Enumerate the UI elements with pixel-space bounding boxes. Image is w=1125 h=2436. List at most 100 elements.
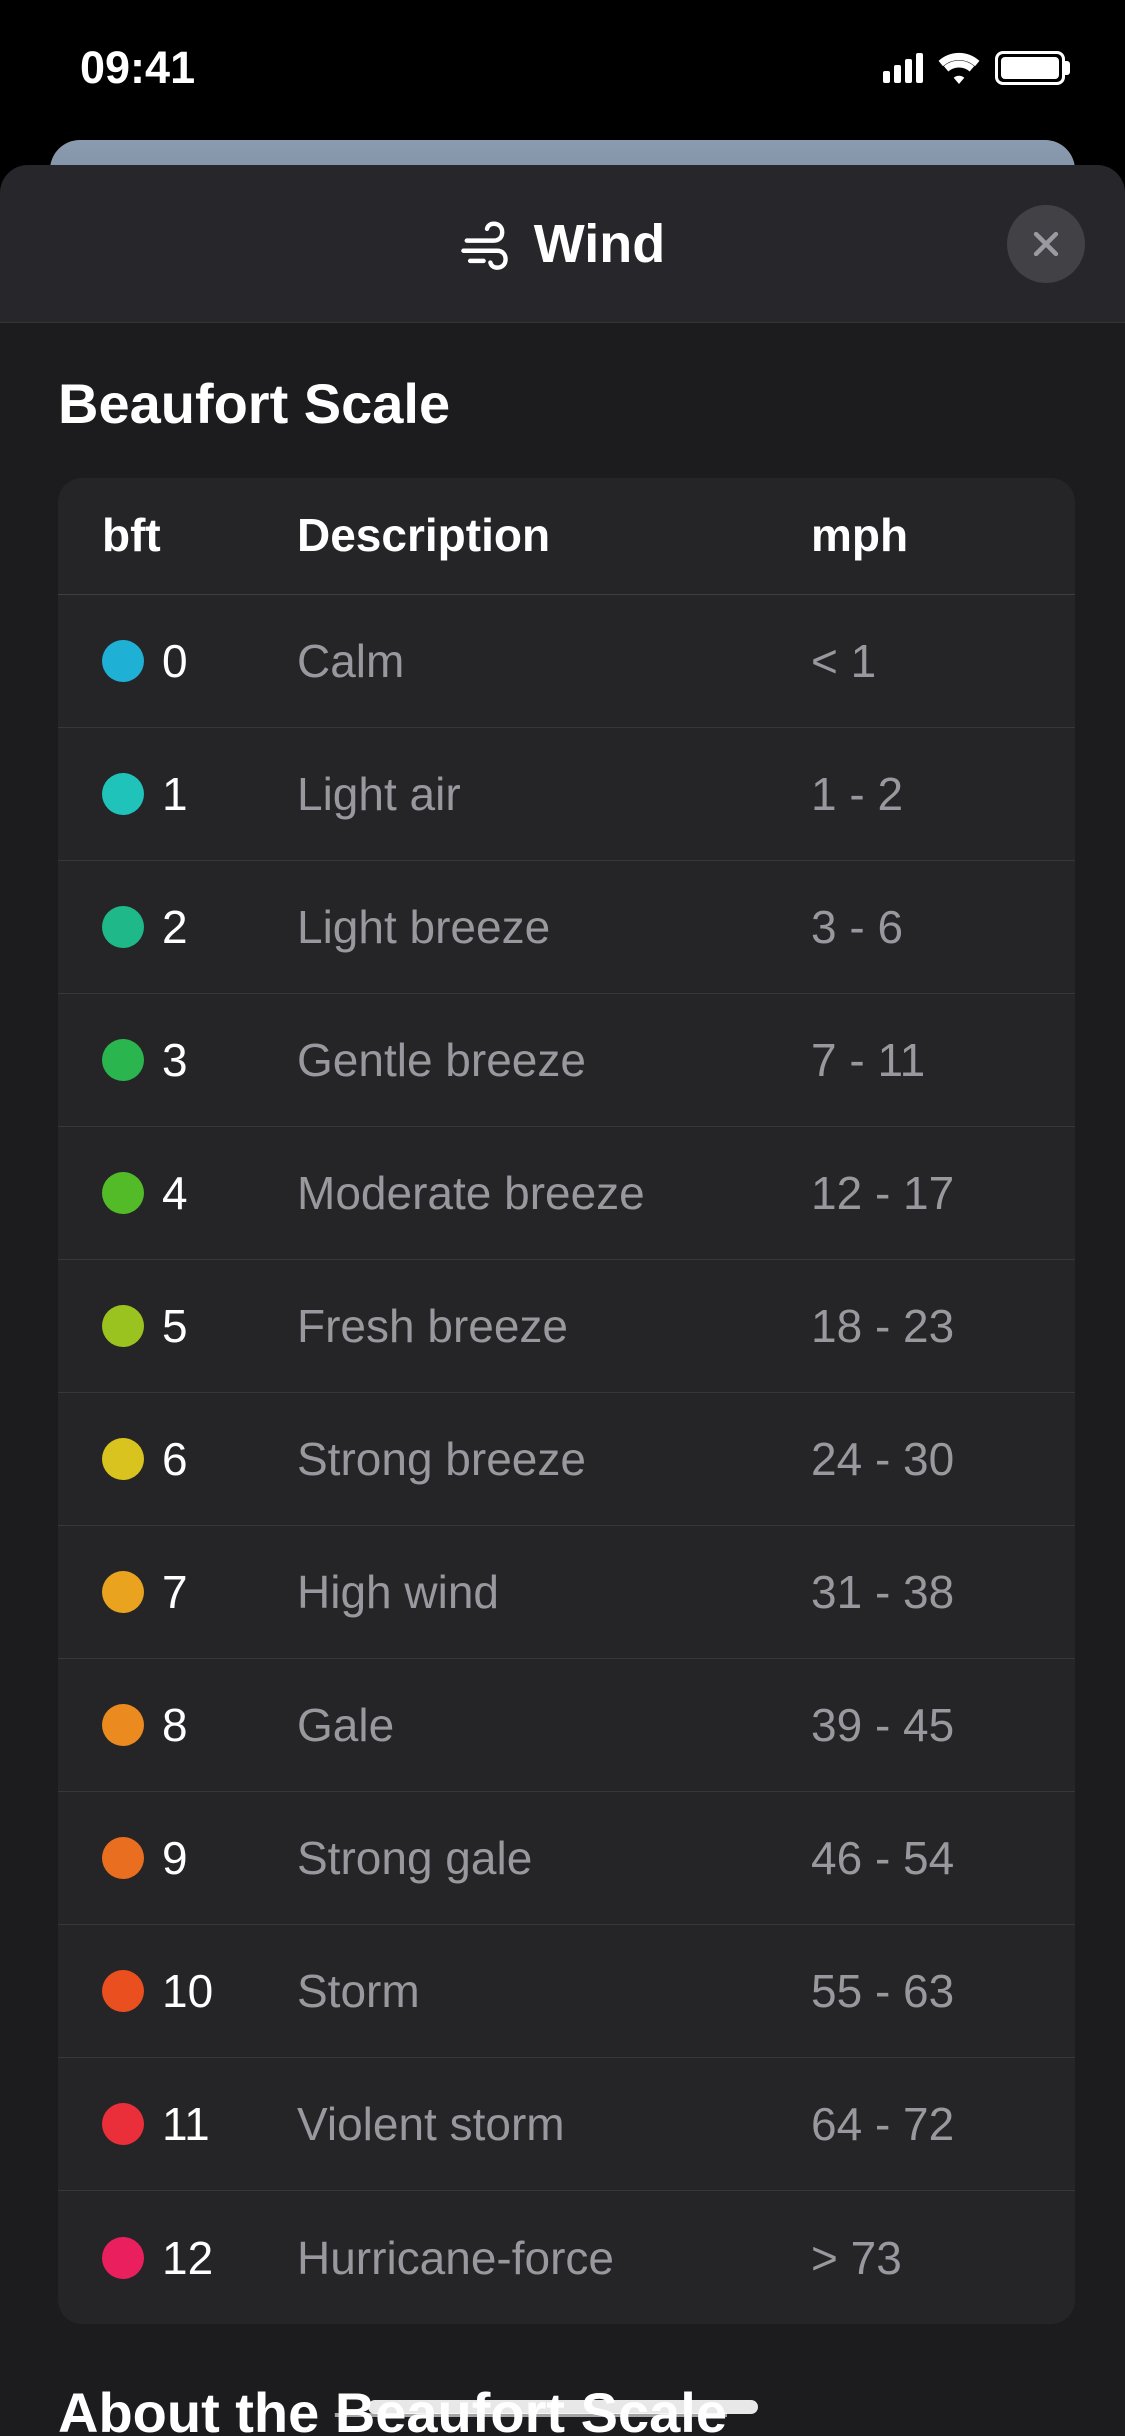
table-row: 0 Calm< 1 (58, 595, 1075, 728)
section-title: Beaufort Scale (58, 371, 1075, 436)
severity-dot-icon (102, 906, 144, 948)
cell-mph: 7 - 11 (811, 1033, 1031, 1087)
cellular-signal-icon (883, 53, 923, 83)
status-time: 09:41 (80, 42, 195, 94)
table-row: 6 Strong breeze24 - 30 (58, 1393, 1075, 1526)
cell-mph: < 1 (811, 634, 1031, 688)
cell-description: Light air (297, 767, 811, 821)
table-row: 1 Light air1 - 2 (58, 728, 1075, 861)
battery-icon (995, 51, 1065, 85)
bft-value: 3 (162, 1033, 188, 1087)
cell-bft: 4 (102, 1166, 297, 1220)
wifi-icon (937, 52, 981, 84)
cell-bft: 2 (102, 900, 297, 954)
sheet-content: Beaufort Scale bft Description mph 0 Calm… (0, 323, 1125, 2436)
bft-value: 8 (162, 1698, 188, 1752)
severity-dot-icon (102, 1039, 144, 1081)
cell-description: Moderate breeze (297, 1166, 811, 1220)
header-title: Wind (534, 213, 665, 275)
cell-bft: 3 (102, 1033, 297, 1087)
cell-mph: 55 - 63 (811, 1964, 1031, 2018)
severity-dot-icon (102, 1438, 144, 1480)
severity-dot-icon (102, 1571, 144, 1613)
bft-value: 9 (162, 1831, 188, 1885)
cell-bft: 5 (102, 1299, 297, 1353)
cell-bft: 12 (102, 2231, 297, 2285)
severity-dot-icon (102, 1305, 144, 1347)
table-row: 9 Strong gale46 - 54 (58, 1792, 1075, 1925)
table-row: 5 Fresh breeze18 - 23 (58, 1260, 1075, 1393)
cell-bft: 8 (102, 1698, 297, 1752)
header-mph: mph (811, 508, 1031, 562)
table-row: 3 Gentle breeze7 - 11 (58, 994, 1075, 1127)
cell-mph: 46 - 54 (811, 1831, 1031, 1885)
severity-dot-icon (102, 773, 144, 815)
status-icons (883, 51, 1065, 85)
header-bft: bft (102, 508, 297, 562)
header-description: Description (297, 508, 811, 562)
cell-description: Violent storm (297, 2097, 811, 2151)
cell-bft: 6 (102, 1432, 297, 1486)
bft-value: 10 (162, 1964, 213, 2018)
table-row: 10Storm55 - 63 (58, 1925, 1075, 2058)
sheet-header: Wind (0, 165, 1125, 323)
cell-mph: 3 - 6 (811, 900, 1031, 954)
bft-value: 11 (162, 2097, 210, 2151)
severity-dot-icon (102, 1704, 144, 1746)
cell-description: High wind (297, 1565, 811, 1619)
bft-value: 7 (162, 1565, 188, 1619)
cell-description: Calm (297, 634, 811, 688)
severity-dot-icon (102, 2103, 144, 2145)
close-icon (1029, 227, 1063, 261)
cell-bft: 10 (102, 1964, 297, 2018)
cell-mph: 12 - 17 (811, 1166, 1031, 1220)
home-indicator[interactable] (368, 2400, 758, 2414)
severity-dot-icon (102, 2237, 144, 2279)
cell-description: Gale (297, 1698, 811, 1752)
bft-value: 2 (162, 900, 188, 954)
cell-bft: 1 (102, 767, 297, 821)
bft-value: 6 (162, 1432, 188, 1486)
cell-description: Hurricane-force (297, 2231, 811, 2285)
bft-value: 5 (162, 1299, 188, 1353)
table-row: 8 Gale39 - 45 (58, 1659, 1075, 1792)
cell-mph: 1 - 2 (811, 767, 1031, 821)
cell-description: Gentle breeze (297, 1033, 811, 1087)
table-row: 11 Violent storm64 - 72 (58, 2058, 1075, 2191)
wind-icon (460, 217, 514, 271)
severity-dot-icon (102, 1837, 144, 1879)
about-prefix: About the (58, 2381, 335, 2436)
cell-mph: 24 - 30 (811, 1432, 1031, 1486)
cell-description: Strong breeze (297, 1432, 811, 1486)
status-bar: 09:41 (0, 0, 1125, 120)
bft-value: 1 (162, 767, 188, 821)
cell-mph: 18 - 23 (811, 1299, 1031, 1353)
cell-bft: 7 (102, 1565, 297, 1619)
cell-mph: 31 - 38 (811, 1565, 1031, 1619)
table-row: 4 Moderate breeze12 - 17 (58, 1127, 1075, 1260)
header-title-wrap: Wind (460, 213, 665, 275)
bft-value: 12 (162, 2231, 213, 2285)
cell-description: Strong gale (297, 1831, 811, 1885)
table-body: 0 Calm< 1 1 Light air1 - 2 2 Light breeze3 - … (58, 595, 1075, 2324)
cell-bft: 9 (102, 1831, 297, 1885)
table-row: 12 Hurricane-force> 73 (58, 2191, 1075, 2324)
cell-mph: > 73 (811, 2231, 1031, 2285)
beaufort-table: bft Description mph 0 Calm< 1 1 Light air1 … (58, 478, 1075, 2324)
table-row: 2 Light breeze3 - 6 (58, 861, 1075, 994)
cell-bft: 0 (102, 634, 297, 688)
severity-dot-icon (102, 640, 144, 682)
severity-dot-icon (102, 1970, 144, 2012)
wind-sheet: Wind Beaufort Scale bft Description mph … (0, 165, 1125, 2436)
table-row: 7 High wind31 - 38 (58, 1526, 1075, 1659)
table-header-row: bft Description mph (58, 478, 1075, 595)
cell-description: Fresh breeze (297, 1299, 811, 1353)
bft-value: 0 (162, 634, 188, 688)
cell-bft: 11 (102, 2097, 297, 2151)
bft-value: 4 (162, 1166, 188, 1220)
severity-dot-icon (102, 1172, 144, 1214)
cell-description: Light breeze (297, 900, 811, 954)
close-button[interactable] (1007, 205, 1085, 283)
cell-mph: 64 - 72 (811, 2097, 1031, 2151)
cell-mph: 39 - 45 (811, 1698, 1031, 1752)
